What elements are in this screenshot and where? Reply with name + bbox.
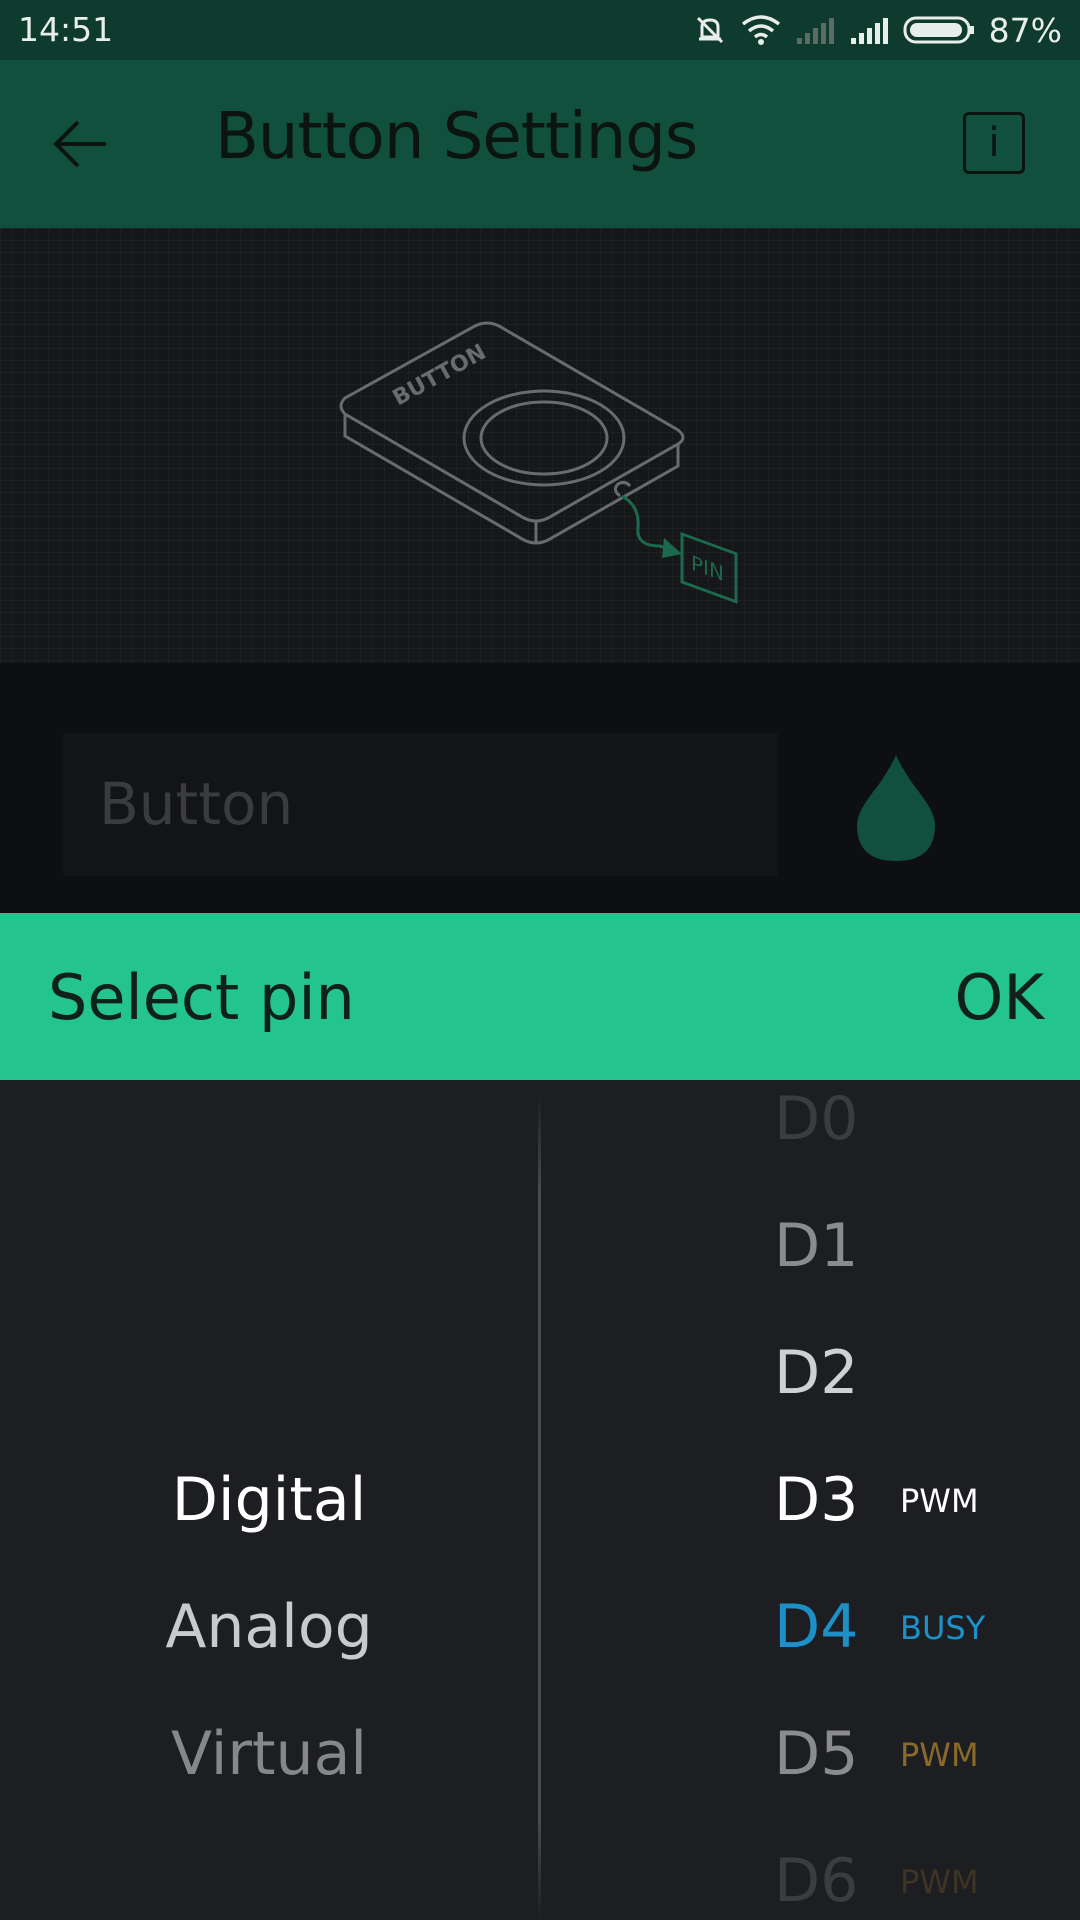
mode-option-virtual[interactable]: Virtual bbox=[0, 1719, 538, 1789]
pin-d5-tag: PWM bbox=[900, 1736, 979, 1774]
picker-divider bbox=[538, 1094, 541, 1920]
ok-button[interactable]: OK bbox=[955, 961, 1044, 1034]
pin-option-d5[interactable]: D5 bbox=[774, 1719, 858, 1789]
status-icons: 87% bbox=[693, 10, 1062, 50]
pin-label: PIN bbox=[691, 551, 724, 586]
pin-picker: Digital Analog Virtual D0 D1 D2 D3 PWM D… bbox=[0, 1080, 1080, 1920]
pin-d4-tag: BUSY bbox=[900, 1609, 986, 1647]
battery-percentage: 87% bbox=[988, 10, 1062, 50]
signal-icon bbox=[850, 18, 888, 44]
status-time: 14:51 bbox=[18, 10, 114, 49]
info-icon: i bbox=[988, 120, 1000, 166]
pin-option-d1[interactable]: D1 bbox=[774, 1211, 858, 1281]
color-picker-button[interactable] bbox=[855, 753, 937, 863]
pin-d3-tag: PWM bbox=[900, 1482, 979, 1520]
info-button[interactable]: i bbox=[963, 112, 1025, 174]
pin-option-d0[interactable]: D0 bbox=[774, 1084, 858, 1154]
pin-option-d3[interactable]: D3 bbox=[774, 1465, 858, 1535]
mute-vibrate-icon bbox=[696, 16, 723, 44]
pin-option-d2[interactable]: D2 bbox=[774, 1338, 858, 1408]
app-bar: Button Settings i bbox=[0, 60, 1080, 228]
widget-name-row: Button bbox=[0, 663, 1080, 913]
pin-d6-tag: PWM bbox=[900, 1863, 979, 1901]
select-pin-header: Select pin OK bbox=[0, 913, 1080, 1080]
signal-weak-icon bbox=[796, 18, 834, 44]
wifi-icon bbox=[741, 15, 780, 45]
mode-option-analog[interactable]: Analog bbox=[0, 1592, 538, 1662]
status-bar: 14:51 87% bbox=[0, 0, 1080, 60]
device-label: BUTTON bbox=[389, 340, 491, 411]
pin-option-d4[interactable]: D4 bbox=[774, 1592, 858, 1662]
color-drop-icon bbox=[857, 755, 935, 861]
select-pin-title: Select pin bbox=[48, 961, 355, 1034]
battery-icon bbox=[903, 16, 974, 44]
button-device-illustration: BUTTON PIN bbox=[339, 321, 738, 604]
widget-name-input[interactable]: Button bbox=[63, 733, 778, 876]
mode-option-digital[interactable]: Digital bbox=[0, 1465, 538, 1535]
pin-option-d6[interactable]: D6 bbox=[774, 1846, 858, 1916]
page-title: Button Settings bbox=[215, 100, 698, 174]
arrow-back-icon bbox=[53, 120, 106, 168]
back-button[interactable] bbox=[44, 108, 124, 180]
widget-preview: BUTTON PIN bbox=[0, 228, 1080, 663]
